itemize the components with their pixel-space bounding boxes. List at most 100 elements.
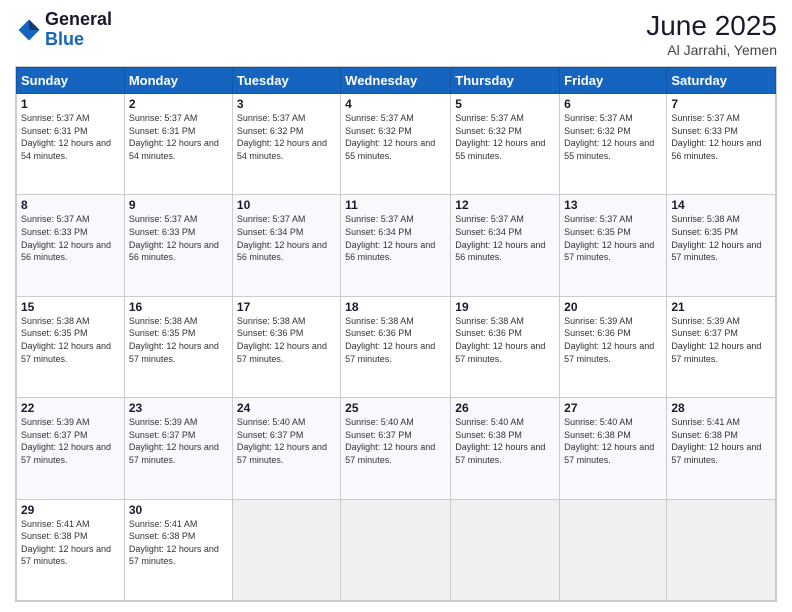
calendar-cell (232, 499, 340, 600)
calendar-cell: 30Sunrise: 5:41 AMSunset: 6:38 PMDayligh… (124, 499, 232, 600)
logo-icon (15, 16, 43, 44)
logo-blue: Blue (45, 30, 112, 50)
day-info: Sunrise: 5:37 AMSunset: 6:32 PMDaylight:… (564, 112, 662, 162)
header: General Blue June 2025 Al Jarrahi, Yemen (15, 10, 777, 58)
day-info: Sunrise: 5:37 AMSunset: 6:33 PMDaylight:… (671, 112, 771, 162)
calendar-cell: 1Sunrise: 5:37 AMSunset: 6:31 PMDaylight… (17, 94, 125, 195)
calendar-week-3: 22Sunrise: 5:39 AMSunset: 6:37 PMDayligh… (17, 398, 776, 499)
calendar-cell: 9Sunrise: 5:37 AMSunset: 6:33 PMDaylight… (124, 195, 232, 296)
day-number: 12 (455, 198, 555, 212)
month-year: June 2025 (646, 10, 777, 42)
calendar-cell: 17Sunrise: 5:38 AMSunset: 6:36 PMDayligh… (232, 296, 340, 397)
day-number: 21 (671, 300, 771, 314)
day-info: Sunrise: 5:41 AMSunset: 6:38 PMDaylight:… (671, 416, 771, 466)
calendar-cell: 20Sunrise: 5:39 AMSunset: 6:36 PMDayligh… (560, 296, 667, 397)
day-info: Sunrise: 5:38 AMSunset: 6:35 PMDaylight:… (671, 213, 771, 263)
day-info: Sunrise: 5:38 AMSunset: 6:36 PMDaylight:… (237, 315, 336, 365)
day-number: 13 (564, 198, 662, 212)
day-info: Sunrise: 5:37 AMSunset: 6:33 PMDaylight:… (21, 213, 120, 263)
day-info: Sunrise: 5:40 AMSunset: 6:37 PMDaylight:… (345, 416, 446, 466)
calendar-cell: 15Sunrise: 5:38 AMSunset: 6:35 PMDayligh… (17, 296, 125, 397)
day-info: Sunrise: 5:40 AMSunset: 6:38 PMDaylight:… (564, 416, 662, 466)
header-monday: Monday (124, 68, 232, 94)
day-number: 16 (129, 300, 228, 314)
header-friday: Friday (560, 68, 667, 94)
calendar-cell (667, 499, 776, 600)
day-info: Sunrise: 5:40 AMSunset: 6:38 PMDaylight:… (455, 416, 555, 466)
day-number: 17 (237, 300, 336, 314)
calendar-cell: 7Sunrise: 5:37 AMSunset: 6:33 PMDaylight… (667, 94, 776, 195)
day-info: Sunrise: 5:39 AMSunset: 6:37 PMDaylight:… (671, 315, 771, 365)
calendar-cell: 4Sunrise: 5:37 AMSunset: 6:32 PMDaylight… (341, 94, 451, 195)
calendar-cell: 6Sunrise: 5:37 AMSunset: 6:32 PMDaylight… (560, 94, 667, 195)
day-number: 30 (129, 503, 228, 517)
day-number: 10 (237, 198, 336, 212)
day-info: Sunrise: 5:37 AMSunset: 6:31 PMDaylight:… (21, 112, 120, 162)
day-info: Sunrise: 5:37 AMSunset: 6:34 PMDaylight:… (345, 213, 446, 263)
day-info: Sunrise: 5:40 AMSunset: 6:37 PMDaylight:… (237, 416, 336, 466)
calendar-cell: 23Sunrise: 5:39 AMSunset: 6:37 PMDayligh… (124, 398, 232, 499)
calendar-cell: 3Sunrise: 5:37 AMSunset: 6:32 PMDaylight… (232, 94, 340, 195)
calendar-cell: 18Sunrise: 5:38 AMSunset: 6:36 PMDayligh… (341, 296, 451, 397)
calendar-cell: 19Sunrise: 5:38 AMSunset: 6:36 PMDayligh… (451, 296, 560, 397)
calendar-cell (560, 499, 667, 600)
calendar-cell: 5Sunrise: 5:37 AMSunset: 6:32 PMDaylight… (451, 94, 560, 195)
calendar-week-4: 29Sunrise: 5:41 AMSunset: 6:38 PMDayligh… (17, 499, 776, 600)
day-number: 5 (455, 97, 555, 111)
page: General Blue June 2025 Al Jarrahi, Yemen… (0, 0, 792, 612)
day-info: Sunrise: 5:39 AMSunset: 6:37 PMDaylight:… (21, 416, 120, 466)
day-number: 25 (345, 401, 446, 415)
day-number: 3 (237, 97, 336, 111)
day-number: 2 (129, 97, 228, 111)
day-number: 26 (455, 401, 555, 415)
logo-text: General Blue (45, 10, 112, 50)
day-info: Sunrise: 5:41 AMSunset: 6:38 PMDaylight:… (21, 518, 120, 568)
day-info: Sunrise: 5:37 AMSunset: 6:34 PMDaylight:… (455, 213, 555, 263)
calendar-week-2: 15Sunrise: 5:38 AMSunset: 6:35 PMDayligh… (17, 296, 776, 397)
calendar-header-row: Sunday Monday Tuesday Wednesday Thursday… (17, 68, 776, 94)
header-sunday: Sunday (17, 68, 125, 94)
calendar-week-1: 8Sunrise: 5:37 AMSunset: 6:33 PMDaylight… (17, 195, 776, 296)
day-number: 4 (345, 97, 446, 111)
day-info: Sunrise: 5:41 AMSunset: 6:38 PMDaylight:… (129, 518, 228, 568)
day-info: Sunrise: 5:39 AMSunset: 6:36 PMDaylight:… (564, 315, 662, 365)
calendar-cell: 25Sunrise: 5:40 AMSunset: 6:37 PMDayligh… (341, 398, 451, 499)
day-info: Sunrise: 5:39 AMSunset: 6:37 PMDaylight:… (129, 416, 228, 466)
header-thursday: Thursday (451, 68, 560, 94)
day-number: 15 (21, 300, 120, 314)
calendar-cell: 24Sunrise: 5:40 AMSunset: 6:37 PMDayligh… (232, 398, 340, 499)
day-number: 29 (21, 503, 120, 517)
day-info: Sunrise: 5:37 AMSunset: 6:32 PMDaylight:… (237, 112, 336, 162)
calendar-cell: 21Sunrise: 5:39 AMSunset: 6:37 PMDayligh… (667, 296, 776, 397)
day-info: Sunrise: 5:38 AMSunset: 6:35 PMDaylight:… (129, 315, 228, 365)
title-block: June 2025 Al Jarrahi, Yemen (646, 10, 777, 58)
calendar-cell: 13Sunrise: 5:37 AMSunset: 6:35 PMDayligh… (560, 195, 667, 296)
calendar-cell: 8Sunrise: 5:37 AMSunset: 6:33 PMDaylight… (17, 195, 125, 296)
day-number: 19 (455, 300, 555, 314)
calendar-cell: 29Sunrise: 5:41 AMSunset: 6:38 PMDayligh… (17, 499, 125, 600)
day-info: Sunrise: 5:37 AMSunset: 6:32 PMDaylight:… (455, 112, 555, 162)
logo-general: General (45, 10, 112, 30)
calendar-cell: 28Sunrise: 5:41 AMSunset: 6:38 PMDayligh… (667, 398, 776, 499)
day-number: 27 (564, 401, 662, 415)
day-info: Sunrise: 5:38 AMSunset: 6:35 PMDaylight:… (21, 315, 120, 365)
day-info: Sunrise: 5:37 AMSunset: 6:34 PMDaylight:… (237, 213, 336, 263)
day-number: 6 (564, 97, 662, 111)
day-number: 11 (345, 198, 446, 212)
day-number: 18 (345, 300, 446, 314)
header-tuesday: Tuesday (232, 68, 340, 94)
day-info: Sunrise: 5:38 AMSunset: 6:36 PMDaylight:… (345, 315, 446, 365)
calendar-cell: 2Sunrise: 5:37 AMSunset: 6:31 PMDaylight… (124, 94, 232, 195)
day-info: Sunrise: 5:37 AMSunset: 6:31 PMDaylight:… (129, 112, 228, 162)
day-number: 9 (129, 198, 228, 212)
day-number: 23 (129, 401, 228, 415)
day-info: Sunrise: 5:37 AMSunset: 6:33 PMDaylight:… (129, 213, 228, 263)
calendar-cell (451, 499, 560, 600)
calendar-cell: 27Sunrise: 5:40 AMSunset: 6:38 PMDayligh… (560, 398, 667, 499)
day-number: 1 (21, 97, 120, 111)
day-number: 14 (671, 198, 771, 212)
day-number: 24 (237, 401, 336, 415)
header-wednesday: Wednesday (341, 68, 451, 94)
day-info: Sunrise: 5:38 AMSunset: 6:36 PMDaylight:… (455, 315, 555, 365)
day-number: 7 (671, 97, 771, 111)
